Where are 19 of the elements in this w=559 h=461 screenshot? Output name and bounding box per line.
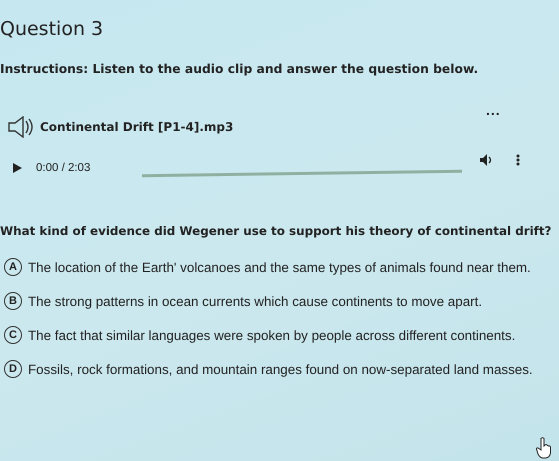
choice-letter: C (4, 326, 22, 344)
choice-letter: A (4, 258, 22, 276)
more-menu[interactable]: ... (486, 102, 501, 118)
answer-choice[interactable]: B The strong patterns in ocean currents which cause continents to move apart. (2, 292, 484, 310)
audio-file-name: Continental Drift [P1-4].mp3 (40, 120, 234, 134)
play-button[interactable] (12, 163, 22, 173)
answer-choice[interactable]: C The fact that similar languages were spoken by people across different continents. (2, 326, 518, 344)
question-title: Question 3 (0, 17, 104, 40)
speaker-icon (8, 116, 34, 138)
choice-letter: D (4, 360, 22, 378)
playback-time: 0:00 / 2:03 (36, 162, 92, 174)
instructions-text: Instructions: Listen to the audio clip and answer the question below. (0, 62, 480, 76)
question-text: What kind of evidence did Wegener use to support his theory of continental drift? (0, 224, 552, 238)
choice-letter: B (4, 292, 22, 310)
menu-icon[interactable] (516, 154, 520, 166)
hand-cursor-icon (536, 437, 552, 459)
answer-choice[interactable]: A The location of the Earth' volcanoes and the same types of animals found near them. (2, 258, 533, 276)
answer-choice[interactable]: D Fossils, rock formations, and mountain ranges found on now-separated land masses. (2, 360, 535, 378)
volume-icon[interactable] (480, 154, 494, 166)
